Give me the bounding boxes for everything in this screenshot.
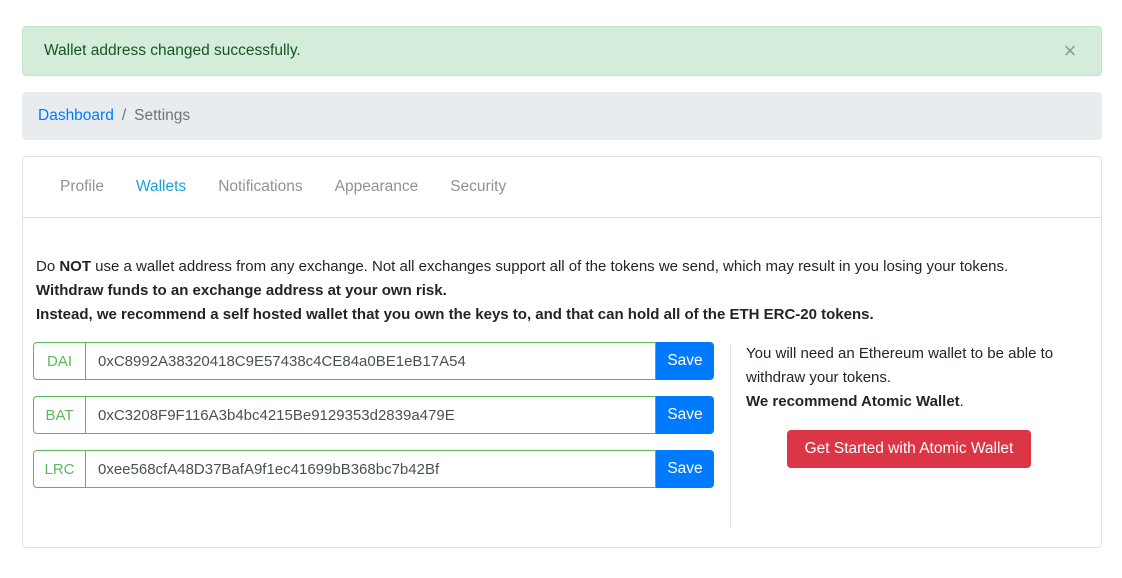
column-divider [730, 344, 731, 528]
tab-appearance[interactable]: Appearance [319, 178, 435, 196]
tab-wallets[interactable]: Wallets [120, 178, 202, 196]
exchange-warning: Do NOT use a wallet address from any exc… [36, 255, 1008, 327]
token-label-bat: BAT [33, 396, 85, 434]
warning-risk-text: Withdraw funds to an exchange address at… [36, 282, 447, 299]
wallet-row-lrc: LRC Save [33, 450, 714, 488]
wallet-address-input-bat[interactable] [85, 396, 656, 434]
save-button-bat[interactable]: Save [656, 396, 714, 434]
token-label-dai: DAI [33, 342, 85, 380]
wallet-address-input-dai[interactable] [85, 342, 656, 380]
recommendation-period: . [959, 393, 964, 410]
recommendation-text: You will need an Ethereum wallet to be a… [746, 345, 1054, 386]
close-icon[interactable]: × [1059, 40, 1081, 62]
breadcrumb-separator: / [121, 107, 127, 124]
warning-recommend-text: Instead, we recommend a self hosted wall… [36, 306, 874, 323]
token-label-lrc: LRC [33, 450, 85, 488]
tab-profile[interactable]: Profile [44, 178, 120, 196]
warning-line-1: Do NOT use a wallet address from any exc… [36, 255, 1008, 279]
wallet-recommendation: You will need an Ethereum wallet to be a… [746, 342, 1076, 414]
breadcrumb-dashboard-link[interactable]: Dashboard [38, 107, 114, 125]
warning-text: use a wallet address from any exchange. … [91, 258, 1009, 275]
warning-text: Do [36, 258, 60, 275]
recommendation-bold: We recommend Atomic Wallet [746, 393, 960, 410]
save-button-dai[interactable]: Save [656, 342, 714, 380]
save-button-lrc[interactable]: Save [656, 450, 714, 488]
wallet-address-input-lrc[interactable] [85, 450, 656, 488]
settings-tabs: Profile Wallets Notifications Appearance… [23, 157, 1101, 218]
recommendation-line: We recommend Atomic Wallet. [746, 390, 1076, 414]
settings-card: Profile Wallets Notifications Appearance… [22, 156, 1102, 548]
tab-notifications[interactable]: Notifications [202, 178, 318, 196]
breadcrumb: Dashboard / Settings [22, 92, 1102, 140]
success-alert: Wallet address changed successfully. × [22, 26, 1102, 76]
wallet-row-bat: BAT Save [33, 396, 714, 434]
wallet-row-dai: DAI Save [33, 342, 714, 380]
alert-message: Wallet address changed successfully. [44, 42, 301, 59]
breadcrumb-current: Settings [134, 107, 191, 124]
warning-line-2: Withdraw funds to an exchange address at… [36, 279, 1008, 303]
warning-line-3: Instead, we recommend a self hosted wall… [36, 303, 1008, 327]
warning-emphasis: NOT [59, 258, 92, 275]
get-started-atomic-wallet-button[interactable]: Get Started with Atomic Wallet [787, 430, 1031, 468]
tab-security[interactable]: Security [434, 178, 522, 196]
